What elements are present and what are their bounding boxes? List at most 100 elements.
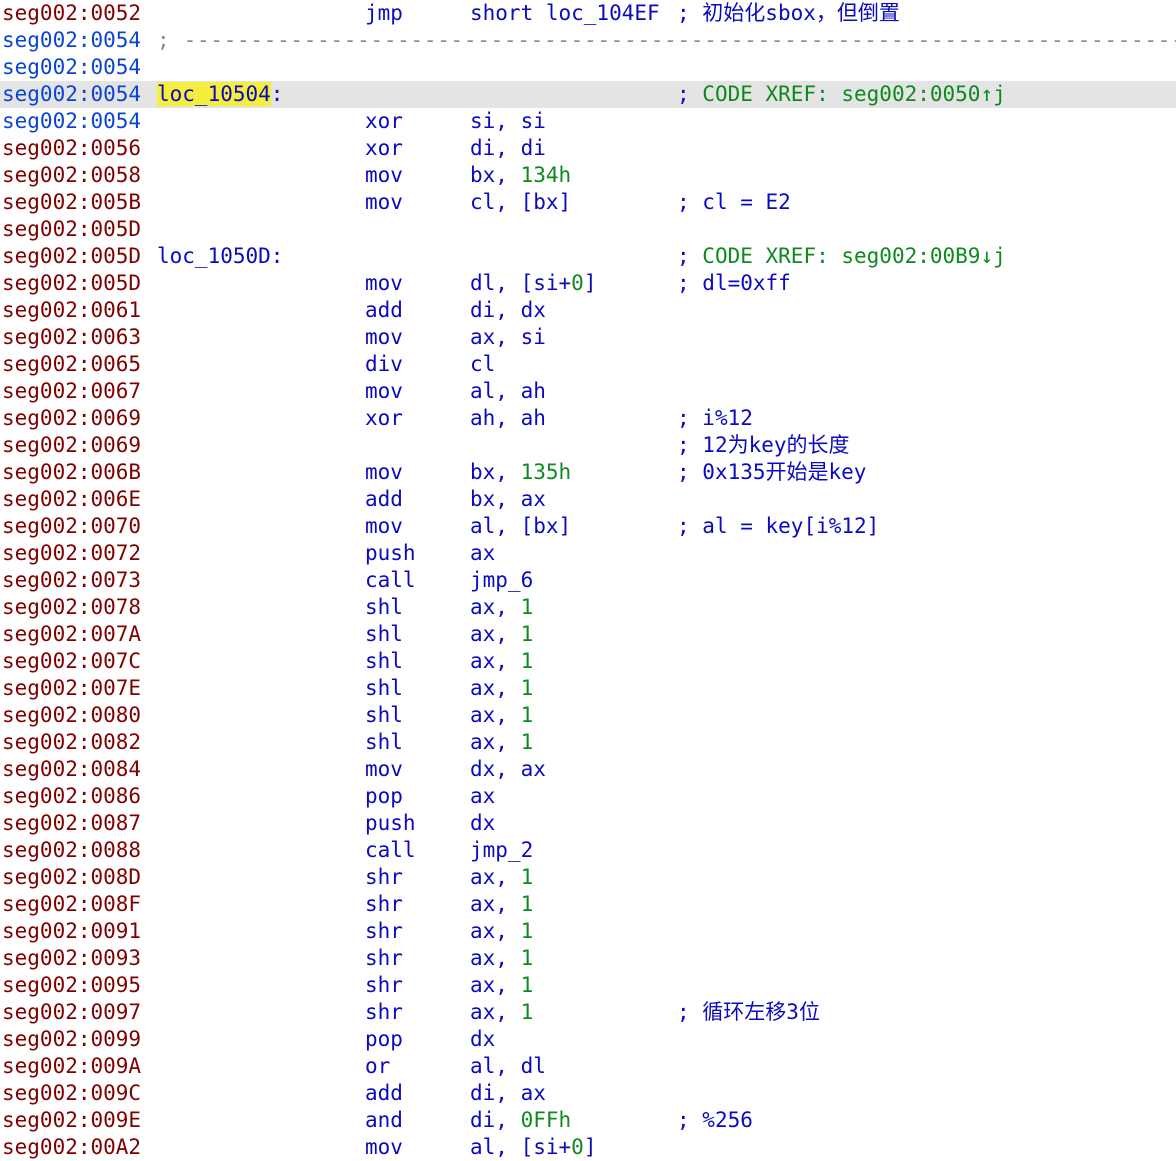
operand-number[interactable]: 0FFh	[521, 1108, 572, 1132]
operand-text[interactable]: ax,	[470, 919, 521, 943]
line-address[interactable]: seg002:006E	[2, 486, 141, 513]
instruction-operands[interactable]: short loc_104EF	[470, 0, 660, 27]
instruction-operands[interactable]: ax, 1	[470, 729, 533, 756]
instruction-operands[interactable]: al, ah	[470, 378, 546, 405]
instruction-operands[interactable]: ax, 1	[470, 702, 533, 729]
instruction-mnemonic[interactable]: add	[365, 486, 403, 513]
disasm-line[interactable]: seg002:005D mov dl, [si+0]; dl=0xff	[0, 270, 1176, 297]
instruction-mnemonic[interactable]: shr	[365, 999, 403, 1026]
instruction-mnemonic[interactable]: shr	[365, 972, 403, 999]
disasm-line[interactable]: seg002:006B mov bx, 135h; 0x135开始是key	[0, 459, 1176, 486]
instruction-mnemonic[interactable]: push	[365, 540, 416, 567]
instruction-mnemonic[interactable]: call	[365, 837, 416, 864]
instruction-operands[interactable]: bx, 134h	[470, 162, 571, 189]
instruction-mnemonic[interactable]: mov	[365, 270, 403, 297]
line-address[interactable]: seg002:009E	[2, 1107, 141, 1134]
instruction-mnemonic[interactable]: mov	[365, 756, 403, 783]
instruction-mnemonic[interactable]: mov	[365, 459, 403, 486]
line-address[interactable]: seg002:009A	[2, 1053, 141, 1080]
line-address[interactable]: seg002:0082	[2, 729, 141, 756]
instruction-operands[interactable]: ax	[470, 783, 495, 810]
instruction-mnemonic[interactable]: and	[365, 1107, 403, 1134]
disasm-line[interactable]: seg002:0087 push dx	[0, 810, 1176, 837]
disasm-line[interactable]: seg002:0070 mov al, [bx]; al = key[i%12]	[0, 513, 1176, 540]
instruction-operands[interactable]: si, si	[470, 108, 546, 135]
instruction-operands[interactable]: ax, 1	[470, 675, 533, 702]
operand-text[interactable]: ax,	[470, 649, 521, 673]
operand-text[interactable]: ax,	[470, 703, 521, 727]
line-address[interactable]: seg002:005D	[2, 243, 141, 270]
operand-text[interactable]: al, [si+	[470, 1135, 571, 1159]
operand-text[interactable]: ax, si	[470, 325, 546, 349]
operand-number[interactable]: 1	[521, 676, 534, 700]
instruction-operands[interactable]: ax, 1	[470, 594, 533, 621]
disasm-line[interactable]: seg002:0088 call jmp_2	[0, 837, 1176, 864]
operand-number[interactable]: 1	[521, 595, 534, 619]
operand-number[interactable]: 1	[521, 865, 534, 889]
instruction-mnemonic[interactable]: shl	[365, 648, 403, 675]
disasm-line[interactable]: seg002:0086 pop ax	[0, 783, 1176, 810]
operand-text[interactable]: jmp_6	[470, 568, 533, 592]
disasm-line[interactable]: seg002:009C add di, ax	[0, 1080, 1176, 1107]
operand-number[interactable]: 135h	[521, 460, 572, 484]
instruction-mnemonic[interactable]: add	[365, 297, 403, 324]
code-label[interactable]: loc_1050D	[157, 244, 271, 268]
disasm-line[interactable]: seg002:0061 add di, dx	[0, 297, 1176, 324]
line-address[interactable]: seg002:00A2	[2, 1134, 141, 1161]
disasm-line[interactable]: seg002:0099 pop dx	[0, 1026, 1176, 1053]
line-address[interactable]: seg002:0054	[2, 27, 141, 54]
line-address[interactable]: seg002:0088	[2, 837, 141, 864]
disasm-line[interactable]: seg002:0082 shl ax, 1	[0, 729, 1176, 756]
disasm-line[interactable]: seg002:0063 mov ax, si	[0, 324, 1176, 351]
operand-text[interactable]: ax,	[470, 946, 521, 970]
disasm-line[interactable]: seg002:005D	[0, 216, 1176, 243]
disasm-line[interactable]: seg002:009A or al, dl	[0, 1053, 1176, 1080]
disasm-line[interactable]: seg002:0058 mov bx, 134h	[0, 162, 1176, 189]
instruction-mnemonic[interactable]: jmp	[365, 0, 403, 27]
line-address[interactable]: seg002:0069	[2, 405, 141, 432]
disasm-line[interactable]: seg002:0084 mov dx, ax	[0, 756, 1176, 783]
operand-number[interactable]: 1	[521, 919, 534, 943]
instruction-mnemonic[interactable]: shl	[365, 675, 403, 702]
operand-text[interactable]: cl, [bx]	[470, 190, 571, 214]
code-label[interactable]: loc_10504	[157, 82, 271, 106]
line-address[interactable]: seg002:005B	[2, 189, 141, 216]
line-address[interactable]: seg002:007E	[2, 675, 141, 702]
operand-text[interactable]: di, di	[470, 136, 546, 160]
instruction-mnemonic[interactable]: shr	[365, 918, 403, 945]
instruction-operands[interactable]: ax, si	[470, 324, 546, 351]
operand-text[interactable]: ax,	[470, 622, 521, 646]
disasm-line[interactable]: seg002:009E and di, 0FFh; %256	[0, 1107, 1176, 1134]
instruction-mnemonic[interactable]: mov	[365, 513, 403, 540]
instruction-mnemonic[interactable]: shr	[365, 864, 403, 891]
operand-text[interactable]: di, ax	[470, 1081, 546, 1105]
operand-text[interactable]: short loc_104EF	[470, 1, 660, 25]
operand-text[interactable]: di,	[470, 1108, 521, 1132]
operand-text[interactable]: ax	[470, 541, 495, 565]
instruction-mnemonic[interactable]: pop	[365, 1026, 403, 1053]
instruction-mnemonic[interactable]: xor	[365, 135, 403, 162]
line-address[interactable]: seg002:0091	[2, 918, 141, 945]
disasm-line[interactable]: seg002:0091 shr ax, 1	[0, 918, 1176, 945]
operand-text[interactable]: si, si	[470, 109, 546, 133]
line-address[interactable]: seg002:005D	[2, 270, 141, 297]
line-address[interactable]: seg002:0061	[2, 297, 141, 324]
line-address[interactable]: seg002:008F	[2, 891, 141, 918]
operand-text[interactable]: ah, ah	[470, 406, 546, 430]
line-address[interactable]: seg002:0054	[2, 108, 141, 135]
disasm-line[interactable]: seg002:0073 call jmp_6	[0, 567, 1176, 594]
disasm-line[interactable]: seg002:007A shl ax, 1	[0, 621, 1176, 648]
instruction-operands[interactable]: ax, 1	[470, 945, 533, 972]
line-address[interactable]: seg002:007C	[2, 648, 141, 675]
instruction-operands[interactable]: dx	[470, 1026, 495, 1053]
instruction-mnemonic[interactable]: shl	[365, 702, 403, 729]
line-address[interactable]: seg002:0054	[2, 54, 141, 81]
disasm-line[interactable]: seg002:0067 mov al, ah	[0, 378, 1176, 405]
instruction-operands[interactable]: cl, [bx]	[470, 189, 571, 216]
operand-text[interactable]: bx,	[470, 460, 521, 484]
operand-text[interactable]: dx, ax	[470, 757, 546, 781]
instruction-operands[interactable]: di, 0FFh	[470, 1107, 571, 1134]
instruction-operands[interactable]: al, [bx]	[470, 513, 571, 540]
line-address[interactable]: seg002:005D	[2, 216, 141, 243]
instruction-operands[interactable]: ax, 1	[470, 999, 533, 1026]
